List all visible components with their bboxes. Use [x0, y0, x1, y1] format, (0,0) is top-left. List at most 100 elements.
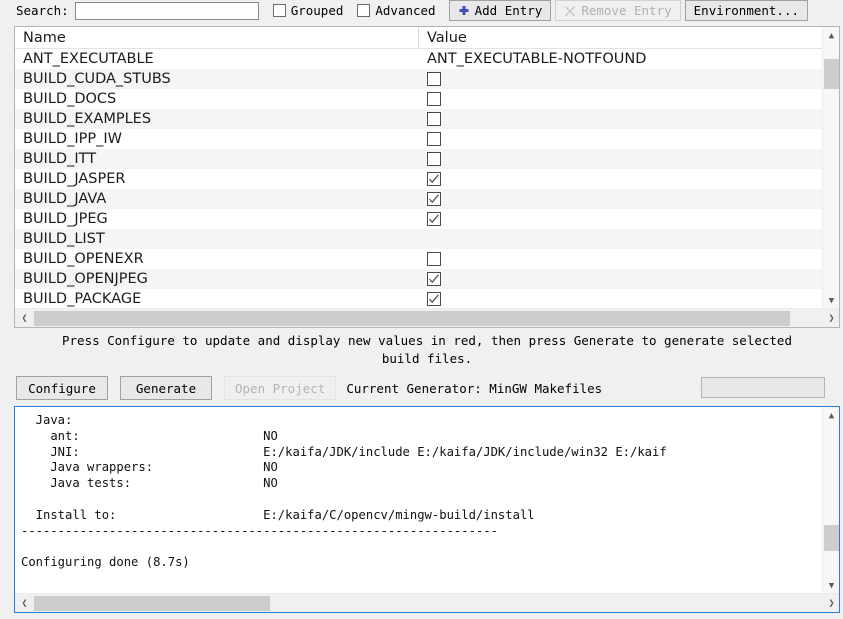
cache-variable-value[interactable]	[419, 152, 824, 166]
log-hscroll-thumb[interactable]	[34, 595, 271, 611]
generate-button[interactable]: Generate	[120, 376, 212, 400]
environment-label: Environment...	[693, 3, 799, 18]
cache-table-horizontal-scrollbar[interactable]: ❮ ❯	[15, 308, 839, 328]
advanced-checkbox-label: Advanced	[375, 3, 436, 18]
log-line: JNI: E:/kaifa/JDK/include E:/kaifa/JDK/i…	[21, 444, 667, 459]
advanced-checkbox[interactable]: Advanced	[357, 3, 436, 18]
table-row[interactable]: BUILD_JASPER	[15, 169, 824, 189]
checked-checkbox-icon[interactable]	[427, 292, 441, 306]
log-scroll-down-icon[interactable]: ▼	[823, 577, 839, 594]
add-entry-label: Add Entry	[474, 3, 543, 18]
column-header-name[interactable]: Name	[15, 27, 419, 48]
table-row[interactable]: BUILD_JAVA	[15, 189, 824, 209]
table-row[interactable]: BUILD_LIST	[15, 229, 824, 249]
scroll-up-icon[interactable]: ▲	[823, 27, 839, 44]
cache-table-vertical-scrollbar[interactable]: ▲ ▼	[822, 27, 839, 309]
scroll-down-icon[interactable]: ▼	[823, 292, 839, 309]
cache-table-body: ANT_EXECUTABLE ANT_EXECUTABLE-NOTFOUND BUI…	[15, 49, 824, 309]
current-generator-text: Current Generator: MinGW Makefiles	[346, 380, 603, 396]
cache-table-hscroll-track[interactable]	[34, 309, 822, 328]
log-line: Java tests: NO	[21, 476, 278, 491]
advanced-checkbox-box[interactable]	[357, 4, 371, 17]
cache-variable-name: BUILD_ITT	[23, 151, 97, 167]
checked-checkbox-icon[interactable]	[427, 212, 441, 226]
table-row[interactable]: BUILD_ITT	[15, 149, 824, 169]
log-vscroll-thumb[interactable]	[824, 524, 839, 551]
configure-button[interactable]: Configure	[16, 376, 108, 400]
grouped-checkbox[interactable]: Grouped	[272, 3, 344, 18]
log-scroll-up-icon[interactable]: ▲	[823, 407, 839, 424]
table-row[interactable]: BUILD_DOCS	[15, 89, 824, 109]
cache-variable-value[interactable]	[419, 92, 824, 106]
log-line: Install to: E:/kaifa/C/opencv/mingw-buil…	[21, 507, 535, 522]
table-row[interactable]: BUILD_EXAMPLES	[15, 109, 824, 129]
environment-button[interactable]: Environment...	[684, 0, 808, 21]
search-label: Search:	[16, 3, 69, 18]
log-vertical-scrollbar[interactable]: ▲ ▼	[822, 407, 839, 594]
cache-variable-name: BUILD_CUDA_STUBS	[23, 71, 171, 87]
cache-variable-value[interactable]	[419, 272, 824, 286]
log-line: Java wrappers: NO	[21, 460, 278, 475]
instructions-line-1: Press Configure to update and display ne…	[62, 333, 792, 348]
unchecked-checkbox-icon[interactable]	[427, 72, 441, 86]
log-hscroll-track[interactable]	[34, 594, 822, 613]
open-project-label: Open Project	[235, 380, 326, 396]
log-scroll-right-icon[interactable]: ❯	[822, 594, 839, 613]
cache-variable-name: ANT_EXECUTABLE	[23, 51, 154, 67]
cache-variable-name: BUILD_OPENEXR	[23, 251, 144, 267]
cache-variable-name: BUILD_DOCS	[23, 91, 117, 107]
cache-variable-name: BUILD_OPENJPEG	[23, 271, 148, 287]
add-entry-button[interactable]: Add Entry	[448, 0, 552, 21]
table-row[interactable]: ANT_EXECUTABLE ANT_EXECUTABLE-NOTFOUND	[15, 49, 824, 69]
action-bar: Configure Generate Open Project Current …	[0, 375, 843, 401]
table-row[interactable]: BUILD_PACKAGE	[15, 289, 824, 309]
cache-variable-value[interactable]	[419, 172, 824, 186]
grouped-checkbox-label: Grouped	[290, 3, 344, 18]
log-scroll-left-icon[interactable]: ❮	[15, 594, 34, 613]
unchecked-checkbox-icon[interactable]	[427, 132, 441, 146]
cross-icon	[564, 5, 576, 17]
column-header-value[interactable]: Value	[419, 27, 824, 48]
instructions-line-2: build files.	[381, 351, 473, 366]
grouped-checkbox-box[interactable]	[272, 4, 286, 17]
scroll-left-icon[interactable]: ❮	[15, 309, 34, 328]
unchecked-checkbox-icon[interactable]	[427, 252, 441, 266]
cache-table-viewport: Name Value ANT_EXECUTABLE ANT_EXECUTABLE-…	[15, 27, 824, 309]
cache-variable-name: BUILD_PACKAGE	[23, 291, 142, 307]
cache-variable-value[interactable]	[419, 212, 824, 226]
cache-variable-value[interactable]	[419, 72, 824, 86]
cache-variable-value[interactable]	[419, 192, 824, 206]
output-log-text[interactable]: Java: ant: NO JNI: E:/kaifa/JDK/include …	[15, 407, 824, 594]
remove-entry-button[interactable]: Remove Entry	[555, 0, 681, 21]
cache-variable-name: BUILD_LIST	[23, 231, 105, 247]
cache-variable-value[interactable]	[419, 292, 824, 306]
table-row[interactable]: BUILD_CUDA_STUBS	[15, 69, 824, 89]
unchecked-checkbox-icon[interactable]	[427, 112, 441, 126]
checked-checkbox-icon[interactable]	[427, 172, 441, 186]
cache-table-vscroll-thumb[interactable]	[824, 58, 839, 89]
log-line: ----------------------------------------…	[21, 523, 498, 538]
cache-variable-value[interactable]	[419, 112, 824, 126]
unchecked-checkbox-icon[interactable]	[427, 92, 441, 106]
checked-checkbox-icon[interactable]	[427, 272, 441, 286]
search-input[interactable]	[74, 1, 259, 20]
log-horizontal-scrollbar[interactable]: ❮ ❯	[15, 593, 839, 613]
table-row[interactable]: BUILD_OPENEXR	[15, 249, 824, 269]
open-project-button[interactable]: Open Project	[224, 376, 337, 400]
unchecked-checkbox-icon[interactable]	[427, 152, 441, 166]
cache-table-hscroll-thumb[interactable]	[34, 310, 791, 326]
cache-variable-value[interactable]	[419, 252, 824, 266]
cache-variable-value[interactable]: ANT_EXECUTABLE-NOTFOUND	[419, 51, 824, 67]
log-line: ant: NO	[21, 428, 278, 443]
cache-variable-value[interactable]	[419, 132, 824, 146]
table-row[interactable]: BUILD_OPENJPEG	[15, 269, 824, 289]
remove-entry-label: Remove Entry	[581, 3, 672, 18]
scroll-right-icon[interactable]: ❯	[822, 309, 839, 328]
cache-table-header: Name Value	[15, 27, 824, 49]
table-row[interactable]: BUILD_IPP_IW	[15, 129, 824, 149]
cmake-gui-window: Search: Grouped Advanced Add Entry Remov…	[0, 0, 843, 619]
table-row[interactable]: BUILD_JPEG	[15, 209, 824, 229]
checked-checkbox-icon[interactable]	[427, 192, 441, 206]
